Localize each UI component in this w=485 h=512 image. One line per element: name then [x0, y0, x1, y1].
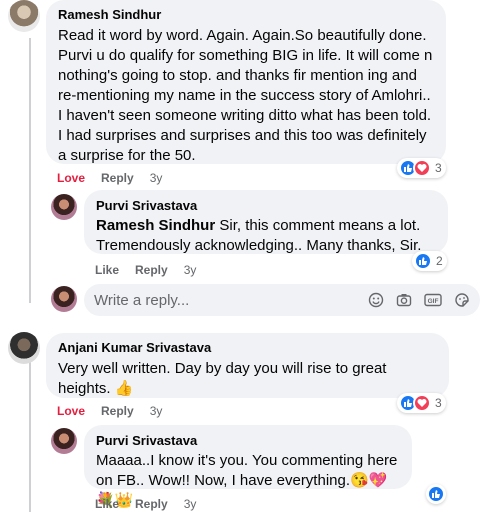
comment-text: Very well written. Day by day you will r…	[58, 360, 387, 397]
reply-actions: Like Reply 3y	[95, 496, 196, 512]
like-icon	[414, 252, 432, 270]
reply-text: Ramesh Sindhur Sir, this comment means a…	[96, 216, 436, 256]
reply-button[interactable]: Reply	[135, 263, 168, 277]
avatar[interactable]	[51, 194, 77, 220]
heart-icon	[413, 159, 431, 177]
reaction-count: 2	[436, 254, 443, 268]
comment-author[interactable]: Ramesh Sindhur	[58, 6, 434, 23]
reply-bubble: Purvi Srivastava Maaaa..I know it's you.…	[84, 425, 412, 509]
reply-actions: Like Reply 3y	[95, 262, 196, 278]
svg-text:GIF: GIF	[428, 298, 439, 305]
comment-bubble: Anjani Kumar Srivastava Very well writte…	[46, 333, 449, 398]
emoji-icon[interactable]	[368, 292, 384, 308]
reaction-summary[interactable]: 3	[397, 158, 446, 178]
timestamp[interactable]: 3y	[150, 171, 163, 185]
reply-input[interactable]: Write a reply... GIF	[84, 284, 480, 316]
camera-icon[interactable]	[396, 292, 412, 308]
comment-author[interactable]: Anjani Kumar Srivastava	[58, 339, 437, 356]
reaction-summary[interactable]: 3	[397, 393, 446, 413]
reply-button[interactable]: Reply	[101, 171, 134, 185]
reply-button[interactable]: Reply	[135, 497, 168, 511]
reaction-count: 3	[435, 161, 442, 175]
love-button[interactable]: Love	[57, 171, 85, 185]
sticker-icon[interactable]	[454, 292, 470, 308]
avatar[interactable]	[8, 0, 40, 32]
reply-author[interactable]: Purvi Srivastava	[96, 197, 436, 214]
reply-bubble: Purvi Srivastava Ramesh Sindhur Sir, thi…	[84, 190, 448, 254]
heart-icon	[413, 394, 431, 412]
avatar[interactable]	[51, 428, 77, 454]
comment-text: Read it word by word. Again. Again.So be…	[58, 27, 433, 164]
thread-line	[29, 362, 31, 512]
reaction-summary[interactable]	[426, 484, 446, 504]
comment-actions: Love Reply 3y	[57, 170, 162, 186]
love-button[interactable]: Love	[57, 404, 85, 418]
reply-placeholder: Write a reply...	[94, 291, 190, 309]
reaction-count: 3	[435, 396, 442, 410]
reply-author[interactable]: Purvi Srivastava	[96, 432, 400, 449]
like-button[interactable]: Like	[95, 497, 119, 511]
comment-bubble: Ramesh Sindhur Read it word by word. Aga…	[46, 0, 446, 164]
like-button[interactable]: Like	[95, 263, 119, 277]
avatar	[51, 286, 77, 312]
reaction-summary[interactable]: 2	[412, 251, 447, 271]
thread-line	[29, 38, 31, 303]
timestamp[interactable]: 3y	[150, 404, 163, 418]
like-icon	[427, 485, 445, 503]
reply-button[interactable]: Reply	[101, 404, 134, 418]
comment-actions: Love Reply 3y	[57, 403, 162, 419]
timestamp[interactable]: 3y	[184, 497, 197, 511]
gif-icon[interactable]: GIF	[424, 292, 442, 308]
timestamp[interactable]: 3y	[184, 263, 197, 277]
avatar[interactable]	[8, 332, 40, 364]
mention-link[interactable]: Ramesh Sindhur	[96, 217, 215, 234]
